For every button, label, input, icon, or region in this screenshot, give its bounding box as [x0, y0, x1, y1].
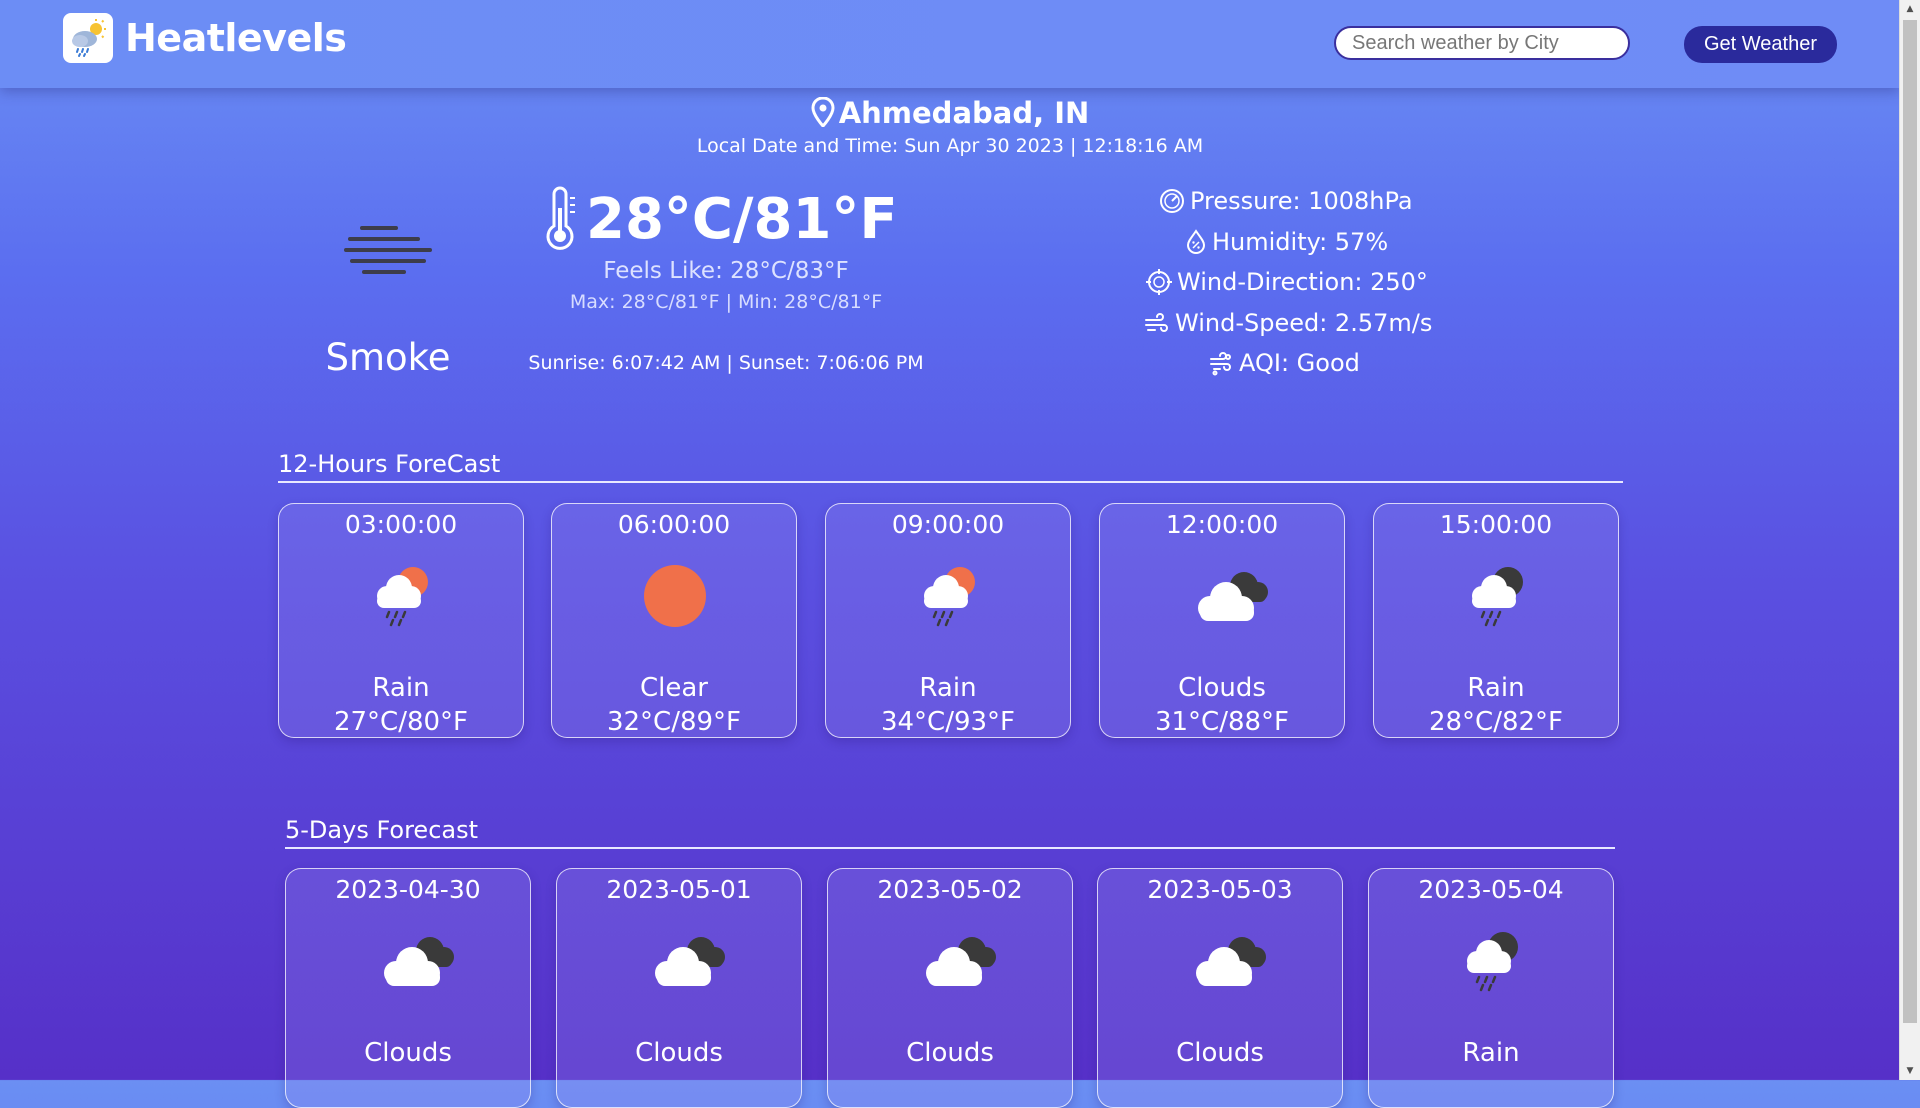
hourly-forecast-label: 03:00:00 [344, 510, 458, 539]
wind-direction-stat: Wind-Direction: 250° [1146, 268, 1428, 296]
daily-forecast-label: 2023-05-01 [606, 875, 752, 904]
sunrise-sunset: Sunrise: 6:07:42 AM | Sunset: 7:06:06 PM [528, 352, 924, 374]
daily-forecast-condition: Clouds [635, 1038, 723, 1068]
daily-forecast-title: 5-Days Forecast [285, 816, 479, 844]
air-quality-icon [1210, 352, 1231, 376]
daily-forecast-condition: Clouds [1176, 1038, 1264, 1068]
hourly-forecast-condition: Rain [372, 673, 430, 703]
max-min-temp: Max: 28°C/81°F | Min: 28°C/81°F [569, 291, 883, 313]
humidity-label: Humidity: 57% [1212, 228, 1389, 256]
aqi-stat: AQI: Good [1208, 349, 1360, 377]
hourly-forecast-card: 15:00:00 Rain 28°C/82°F [1373, 503, 1619, 738]
hourly-forecast-temperature: 28°C/82°F [1428, 707, 1564, 737]
daily-forecast-condition: Rain [1462, 1038, 1520, 1068]
thermometer-icon [546, 186, 575, 250]
local-date-time: Local Date and Time: Sun Apr 30 2023 | 1… [696, 135, 1204, 157]
hourly-forecast-card: 03:00:00 Rain 27°C/80°F [278, 503, 524, 738]
rain-sun-icon [367, 564, 437, 627]
app-logo[interactable] [63, 13, 113, 63]
daily-forecast-condition: Clouds [906, 1038, 994, 1068]
scrollbar-thumb[interactable] [1903, 20, 1917, 1023]
clouds-icon [645, 929, 725, 989]
weather-logo-icon [72, 19, 106, 57]
rain-cloud-icon [1462, 564, 1532, 627]
daily-forecast-card: 2023-05-03 Clouds [1097, 868, 1343, 1108]
pressure-label: Pressure: 1008hPa [1190, 187, 1413, 215]
humidity-drop-icon [1186, 229, 1206, 254]
location-pin-icon [811, 96, 835, 134]
hourly-forecast-condition: Clear [640, 673, 708, 703]
hourly-forecast-label: 15:00:00 [1439, 510, 1553, 539]
location-name: Ahmedabad, IN [838, 96, 1090, 130]
hourly-forecast-card: 12:00:00 Clouds 31°C/88°F [1099, 503, 1345, 738]
clouds-icon [1186, 929, 1266, 989]
hourly-forecast-temperature: 31°C/88°F [1154, 707, 1290, 737]
hourly-forecast-label: 09:00:00 [891, 510, 1005, 539]
daily-forecast-label: 2023-04-30 [335, 875, 481, 904]
hourly-forecast-label: 06:00:00 [617, 510, 731, 539]
hourly-forecast-condition: Rain [919, 673, 977, 703]
hourly-forecast-title: 12-Hours ForeCast [278, 450, 501, 478]
daily-forecast-card: 2023-05-04 Rain [1368, 868, 1614, 1108]
compass-icon [1146, 269, 1172, 295]
rain-cloud-icon [1457, 929, 1527, 992]
wind-direction-label: Wind-Direction: 250° [1177, 268, 1428, 296]
daily-forecast-condition: Clouds [364, 1038, 452, 1068]
humidity-stat: Humidity: 57% [1185, 228, 1388, 256]
daily-forecast-card: 2023-05-01 Clouds [556, 868, 802, 1108]
hourly-divider [278, 481, 1623, 483]
wind-icon [1145, 313, 1168, 332]
top-navbar: Heatlevels Get Weather [0, 0, 1900, 88]
daily-forecast-label: 2023-05-03 [1147, 875, 1293, 904]
vertical-scrollbar[interactable]: ▲ ▼ [1899, 0, 1920, 1080]
current-temperature: 28°C/81°F [540, 186, 898, 252]
scroll-up-arrow-icon[interactable]: ▲ [1900, 0, 1920, 18]
feels-like: Feels Like: 28°C/83°F [603, 258, 849, 284]
wind-speed-stat: Wind-Speed: 2.57m/s [1144, 309, 1432, 337]
daily-divider [285, 847, 1615, 849]
location-heading: Ahmedabad, IN [0, 96, 1900, 134]
hourly-forecast-label: 12:00:00 [1165, 510, 1279, 539]
brand-name[interactable]: Heatlevels [125, 16, 347, 60]
scroll-down-arrow-icon[interactable]: ▼ [1900, 1062, 1920, 1080]
hourly-forecast-condition: Rain [1467, 673, 1525, 703]
clouds-icon [1188, 564, 1268, 624]
pressure-stat: Pressure: 1008hPa [1159, 187, 1413, 215]
clouds-icon [374, 929, 454, 989]
hourly-forecast-card: 09:00:00 Rain 34°C/93°F [825, 503, 1071, 738]
aqi-label: AQI: Good [1239, 349, 1360, 377]
current-condition: Smoke [325, 336, 451, 379]
sun-icon [640, 564, 710, 627]
city-search-input[interactable] [1334, 26, 1630, 60]
daily-forecast-card: 2023-05-02 Clouds [827, 868, 1073, 1108]
daily-forecast-card: 2023-04-30 Clouds [285, 868, 531, 1108]
gauge-icon [1160, 189, 1184, 213]
hourly-forecast-temperature: 32°C/89°F [606, 707, 742, 737]
hourly-forecast-card: 06:00:00 Clear 32°C/89°F [551, 503, 797, 738]
hourly-forecast-condition: Clouds [1178, 673, 1266, 703]
smoke-icon [342, 222, 434, 286]
wind-speed-label: Wind-Speed: 2.57m/s [1175, 309, 1433, 337]
rain-sun-icon [914, 564, 984, 627]
clouds-icon [916, 929, 996, 989]
hourly-forecast-temperature: 34°C/93°F [880, 707, 1016, 737]
get-weather-button[interactable]: Get Weather [1684, 26, 1837, 63]
daily-forecast-label: 2023-05-02 [877, 875, 1023, 904]
daily-forecast-label: 2023-05-04 [1418, 875, 1564, 904]
hourly-forecast-temperature: 27°C/80°F [333, 707, 469, 737]
temperature-value: 28°C/81°F [586, 186, 898, 252]
